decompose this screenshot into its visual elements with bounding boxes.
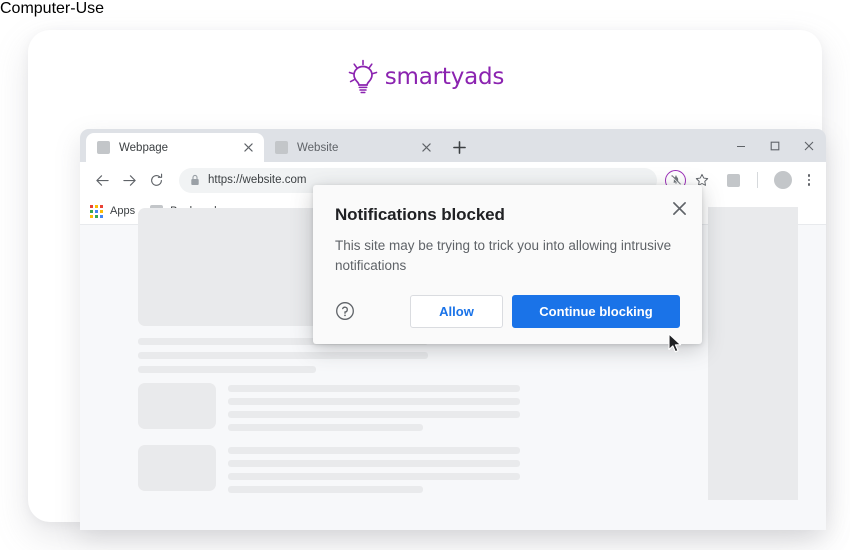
dialog-close-button[interactable]: [667, 196, 692, 221]
notifications-blocked-dialog: Notifications blocked This site may be t…: [313, 185, 702, 344]
dialog-title: Notifications blocked: [335, 205, 505, 224]
skeleton-text-line: [228, 486, 423, 493]
dialog-body-text: This site may be trying to trick you int…: [335, 238, 672, 274]
skeleton-text-line: [228, 398, 520, 405]
skeleton-row-thumbnail: [138, 445, 216, 491]
three-dots-menu-icon[interactable]: [802, 170, 816, 190]
allow-button[interactable]: Allow: [410, 294, 503, 328]
dialog-actions: Allow Continue blocking: [335, 294, 680, 344]
skeleton-sidebar-block: [708, 207, 798, 500]
skeleton-text-line: [228, 460, 520, 467]
skeleton-text-line: [228, 473, 520, 480]
help-circle-icon[interactable]: [335, 301, 355, 321]
skeleton-text-line: [138, 366, 316, 373]
skeleton-text-line: [228, 424, 423, 431]
showcase-card: smartyads Webpage Website https://websit…: [28, 30, 826, 530]
skeleton-text-line: [138, 352, 428, 359]
skeleton-text-line: [228, 447, 520, 454]
brand-logo: smartyads: [28, 52, 822, 102]
close-icon: [804, 141, 814, 150]
skeleton-text-line: [228, 411, 520, 418]
skeleton-row-thumbnail: [138, 383, 216, 429]
lightbulb-icon: [348, 59, 378, 94]
skeleton-text-line: [228, 385, 520, 392]
continue-blocking-button[interactable]: Continue blocking: [512, 294, 680, 328]
close-icon: [673, 202, 686, 215]
brand-name: smartyads: [384, 64, 505, 90]
